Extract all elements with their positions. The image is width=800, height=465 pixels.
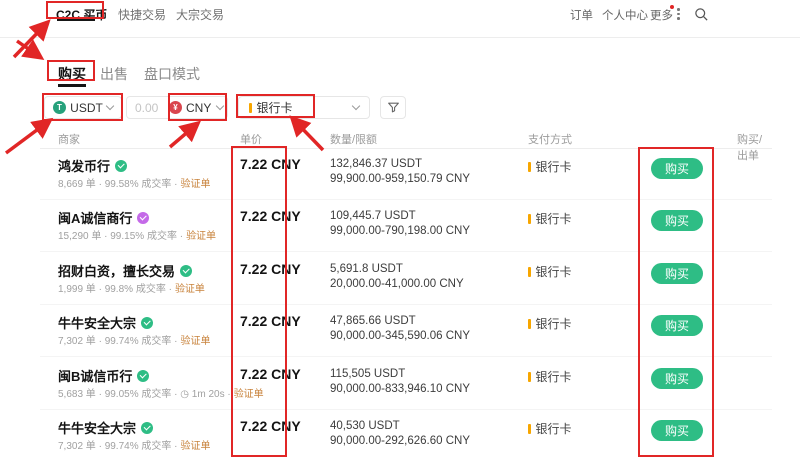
buy-button[interactable]: 购买: [651, 263, 703, 284]
merchant-badge-icon: [141, 422, 153, 434]
crypto-select[interactable]: T USDT: [44, 96, 122, 119]
payment-method: 银行卡: [528, 263, 572, 280]
table-row: 牛牛安全大宗 7,302 单 · 99.74% 成交率 ·验证单 7.22 CN…: [40, 410, 772, 462]
merchant-name[interactable]: 闽B诚信币行: [58, 366, 149, 385]
filter-button[interactable]: [380, 96, 406, 119]
price: 7.22 CNY: [240, 261, 301, 277]
payment-method: 银行卡: [528, 315, 572, 332]
buy-button[interactable]: 购买: [651, 210, 703, 231]
col-amount-limit: 数量/限额: [330, 131, 377, 147]
crypto-select-value: USDT: [70, 101, 103, 115]
fiat-select-value[interactable]: CNY: [186, 101, 211, 115]
col-price: 单价: [240, 131, 262, 147]
merchant-badge-icon: [141, 317, 153, 329]
merchant-stats: 15,290 单 · 99.15% 成交率 ·验证单: [58, 227, 216, 242]
amount-limit: 5,691.8 USDT20,000.00-41,000.00 CNY: [330, 262, 464, 292]
notification-dot: [670, 5, 674, 9]
merchant-name[interactable]: 招财白资，擅长交易: [58, 261, 192, 280]
amount-limit: 40,530 USDT90,000.00-292,626.60 CNY: [330, 419, 470, 449]
table-row: 牛牛安全大宗 7,302 单 · 99.74% 成交率 ·验证单 7.22 CN…: [40, 305, 772, 357]
merchant-badge-icon: [180, 265, 192, 277]
payment-select-value: 银行卡: [257, 99, 354, 116]
merchant-stats: 8,669 单 · 99.58% 成交率 ·验证单: [58, 175, 211, 190]
merchant-stats: 7,302 单 · 99.74% 成交率 ·验证单: [58, 437, 211, 452]
payment-select[interactable]: 银行卡: [238, 96, 370, 119]
tab-orderbook-mode[interactable]: 盘口模式: [144, 64, 200, 84]
kebab-menu-icon[interactable]: [677, 8, 680, 20]
merchant-stats: 7,302 单 · 99.74% 成交率 ·验证单: [58, 332, 211, 347]
chevron-down-icon: [106, 102, 114, 110]
payment-method: 银行卡: [528, 158, 572, 175]
nav-block-trade[interactable]: 大宗交易: [176, 6, 224, 23]
payment-marker: [249, 103, 252, 113]
payment-method: 银行卡: [528, 368, 572, 385]
buy-button[interactable]: 购买: [651, 420, 703, 441]
merchant-stats: 5,683 单 · 99.05% 成交率 · ◷ 1m 20s ·验证单: [58, 385, 264, 400]
nav-orders[interactable]: 订单: [570, 7, 593, 23]
tab-active-underline: [58, 84, 86, 87]
price: 7.22 CNY: [240, 156, 301, 172]
chevron-down-icon: [352, 102, 360, 110]
tab-buy[interactable]: 购买: [58, 64, 86, 84]
funnel-icon: [387, 101, 400, 114]
merchant-name[interactable]: 闽A诚信商行: [58, 208, 149, 227]
table-row: 鸿发币行 8,669 单 · 99.58% 成交率 ·验证单 7.22 CNY …: [40, 148, 772, 200]
tab-sell[interactable]: 出售: [100, 64, 128, 84]
nav-quick-trade[interactable]: 快捷交易: [118, 6, 166, 23]
payment-method: 银行卡: [528, 420, 572, 437]
merchant-badge-icon: [137, 212, 149, 224]
buy-button[interactable]: 购买: [651, 368, 703, 389]
merchant-badge-icon: [115, 160, 127, 172]
table-row: 招财白资，擅长交易 1,999 单 · 99.8% 成交率 ·验证单 7.22 …: [40, 253, 772, 305]
nav-profile[interactable]: 个人中心: [602, 7, 648, 23]
amount-limit: 109,445.7 USDT99,000.00-790,198.00 CNY: [330, 209, 470, 239]
usdt-icon: T: [53, 101, 66, 114]
buy-button[interactable]: 购买: [651, 158, 703, 179]
price: 7.22 CNY: [240, 418, 301, 434]
nav-active-underline: [57, 19, 95, 21]
table-row: 闽A诚信商行 15,290 单 · 99.15% 成交率 ·验证单 7.22 C…: [40, 200, 772, 252]
buy-button[interactable]: 购买: [651, 315, 703, 336]
col-merchant: 商家: [58, 131, 80, 147]
price: 7.22 CNY: [240, 313, 301, 329]
amount-limit: 115,505 USDT90,000.00-833,946.10 CNY: [330, 367, 470, 397]
amount-limit: 132,846.37 USDT99,900.00-959,150.79 CNY: [330, 157, 470, 187]
price: 7.22 CNY: [240, 366, 301, 382]
payment-method: 银行卡: [528, 210, 572, 227]
cny-icon: ¥: [169, 101, 182, 114]
merchant-stats: 1,999 单 · 99.8% 成交率 ·验证单: [58, 280, 205, 295]
price: 7.22 CNY: [240, 208, 301, 224]
table-row: 闽B诚信币行 5,683 单 · 99.05% 成交率 · ◷ 1m 20s ·…: [40, 358, 772, 410]
col-payment: 支付方式: [528, 131, 572, 147]
top-navbar: C2C 买币 快捷交易 大宗交易 订单 个人中心 更多: [0, 0, 800, 38]
nav-more[interactable]: 更多: [650, 7, 673, 23]
merchant-name[interactable]: 牛牛安全大宗: [58, 418, 153, 437]
amount-limit: 47,865.66 USDT90,000.00-345,590.06 CNY: [330, 314, 470, 344]
amount-fiat-group: ¥ CNY: [126, 96, 228, 119]
chevron-down-icon: [216, 102, 224, 110]
merchant-name[interactable]: 鸿发币行: [58, 156, 127, 175]
amount-input[interactable]: [135, 101, 169, 115]
table-header: 商家 单价 数量/限额 支付方式 购买/出单: [40, 131, 772, 148]
search-icon[interactable]: [694, 7, 709, 27]
c2c-buy-page: C2C 买币 快捷交易 大宗交易 订单 个人中心 更多 购买 出售 盘口模式 T…: [0, 0, 800, 465]
merchant-badge-icon: [137, 370, 149, 382]
merchant-name[interactable]: 牛牛安全大宗: [58, 313, 153, 332]
